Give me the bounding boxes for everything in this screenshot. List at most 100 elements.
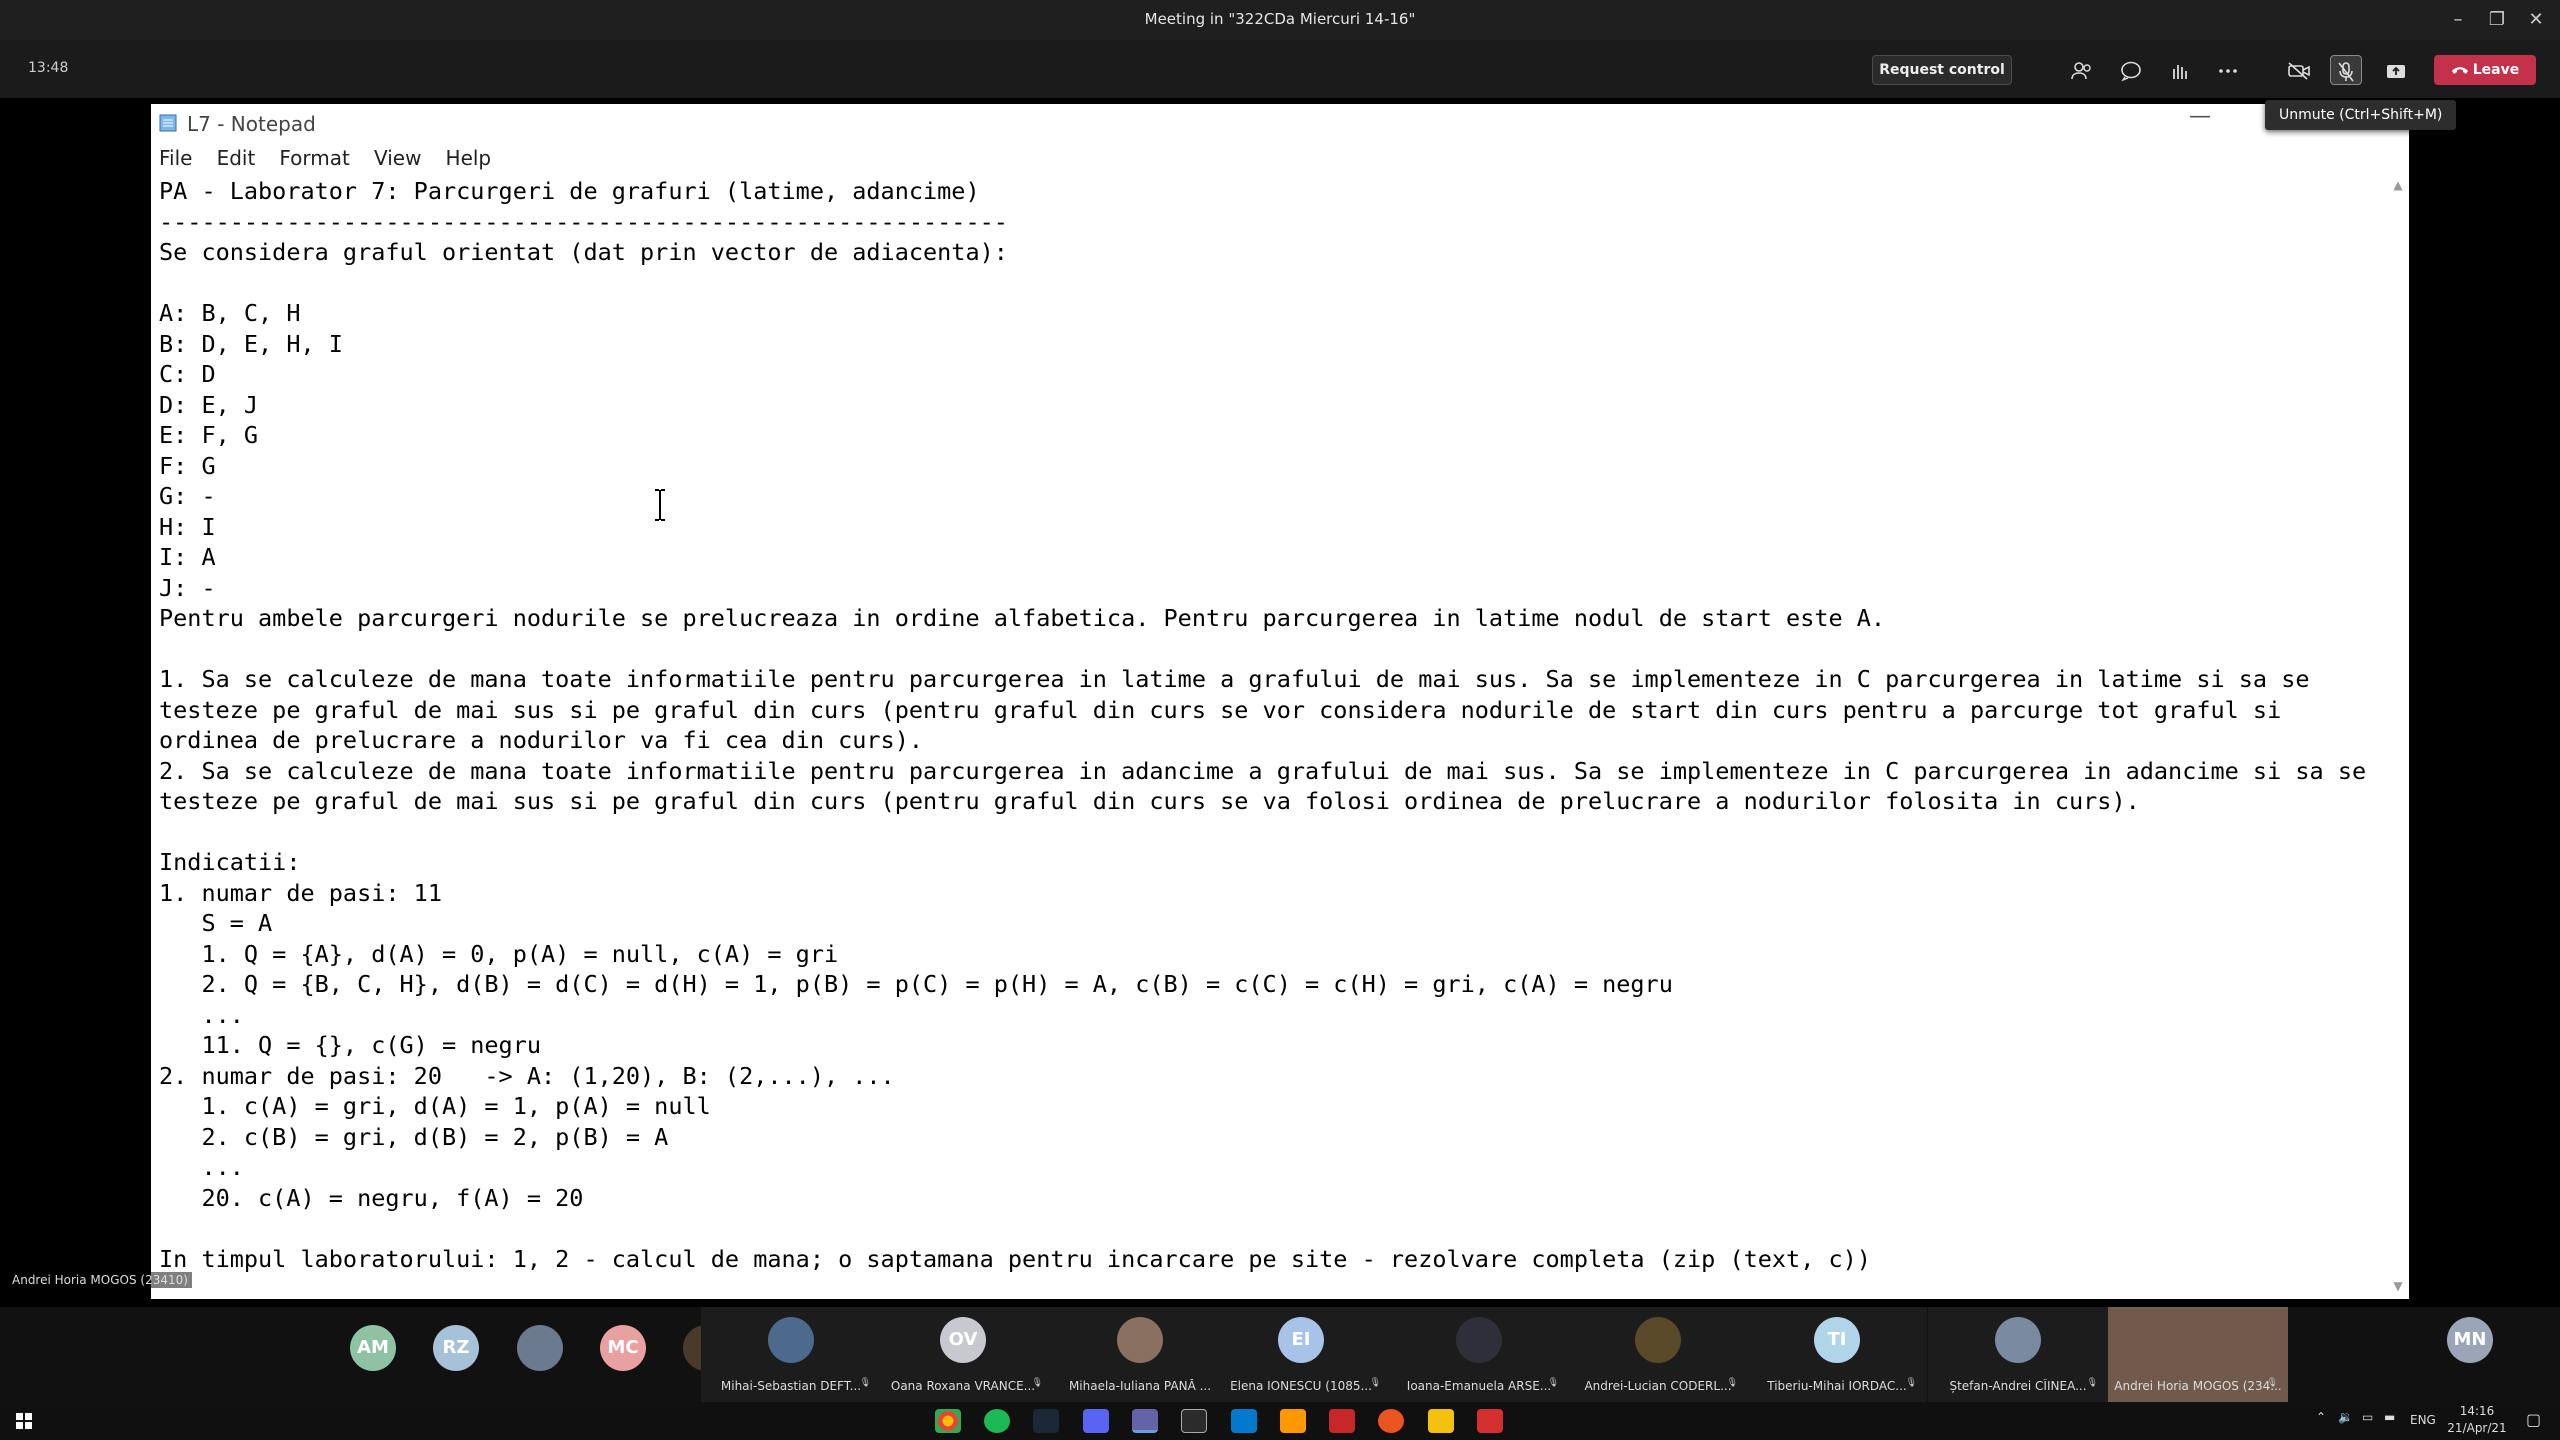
share-tray-button[interactable] — [2380, 55, 2412, 85]
participant-tile[interactable]: Mihai-Sebastian DEFT... 🎙 — [701, 1307, 881, 1402]
participant-tile[interactable]: AM — [333, 1307, 413, 1402]
leave-button[interactable]: Leave — [2434, 55, 2536, 85]
spotify-taskbar-icon[interactable] — [984, 1409, 1010, 1433]
participant-tile[interactable]: Mihaela-Iuliana PANĂ ...🎙 — [1050, 1307, 1230, 1402]
app-taskbar-icon-red[interactable] — [1329, 1409, 1355, 1433]
participant-avatar: RZ — [433, 1325, 479, 1371]
notepad-line: B: D, E, H, I — [159, 329, 343, 358]
teams-taskbar-icon[interactable] — [1132, 1409, 1158, 1433]
participant-avatar: AM — [350, 1325, 396, 1371]
notepad-line: ----------------------------------------… — [159, 207, 1008, 236]
participant-avatar — [1117, 1317, 1163, 1363]
chat-button[interactable] — [2115, 55, 2147, 85]
notepad-line: 20. c(A) = negru, f(A) = 20 — [159, 1183, 584, 1212]
participant-name: Andrei-Lucian CODERL... — [1584, 1379, 1732, 1393]
participant-name: Oana Roxana VRANCE... — [890, 1379, 1036, 1393]
notepad-line: 1. numar de pasi: 11 — [159, 878, 442, 907]
clock-time[interactable]: 14:16 — [2447, 1404, 2507, 1418]
participant-tile[interactable]: MC — [583, 1307, 663, 1402]
menu-help[interactable]: Help — [446, 146, 492, 170]
clock-date[interactable]: 21/Apr/21 — [2447, 1421, 2507, 1435]
camera-toggle-button[interactable] — [2283, 55, 2315, 85]
vscode-taskbar-icon[interactable] — [1231, 1409, 1257, 1433]
notepad-line: ... — [159, 1000, 244, 1029]
participant-avatar — [1456, 1317, 1502, 1363]
notepad-taskbar-icon[interactable] — [1181, 1409, 1207, 1433]
volume-icon[interactable]: 🔉 — [2338, 1410, 2353, 1424]
raise-hand-icon — [2173, 64, 2187, 79]
notepad-line: ... — [159, 1153, 244, 1181]
app-taskbar-icon-yellow[interactable] — [1428, 1409, 1454, 1433]
muted-mic-icon: 🎙 — [859, 1378, 871, 1388]
muted-mic-icon: 🎙 — [1905, 1378, 1917, 1388]
notepad-line: 1. c(A) = gri, d(A) = 1, p(A) = null — [159, 1092, 711, 1120]
notepad-line: 2. Q = {B, C, H}, d(B) = d(C) = d(H) = 1… — [159, 970, 1673, 998]
discord-taskbar-icon[interactable] — [1083, 1409, 1109, 1433]
notepad-line: H: I — [159, 512, 216, 541]
notepad-line: D: E, J — [159, 390, 259, 419]
mic-toggle-button[interactable] — [2330, 55, 2362, 85]
language-indicator[interactable]: ENG — [2410, 1413, 2436, 1427]
window-restore-button[interactable]: ❐ — [2483, 6, 2511, 34]
scroll-up-arrow-icon[interactable]: ▲ — [2391, 178, 2405, 192]
meeting-duration: 13:48 — [28, 60, 69, 76]
tray-chevron-icon[interactable]: ⌃ — [2316, 1410, 2326, 1424]
notepad-line: Pentru ambele parcurgeri nodurile se pre… — [159, 604, 1886, 632]
notepad-line: C: D — [159, 360, 216, 388]
muted-mic-icon: 🎙 — [2086, 1378, 2098, 1388]
network-icon[interactable]: ▭ — [2362, 1410, 2373, 1424]
notepad-line — [159, 268, 2379, 299]
acrobat-taskbar-icon[interactable] — [1477, 1409, 1503, 1433]
participant-tile[interactable] — [500, 1307, 580, 1402]
scroll-down-arrow-icon[interactable]: ▼ — [2391, 1279, 2405, 1293]
participant-tile[interactable]: OV Oana Roxana VRANCE... 🎙 — [873, 1307, 1053, 1402]
notepad-title-bar: L7 - Notepad — — [151, 104, 2409, 142]
menu-view[interactable]: View — [374, 146, 421, 170]
muted-mic-icon: 🎙 — [1547, 1378, 1559, 1388]
notepad-minimize-button[interactable]: — — [2189, 104, 2211, 129]
muted-mic-icon: 🎙 — [1031, 1378, 1043, 1388]
battery-icon[interactable]: ▬ — [2384, 1410, 2395, 1424]
reactions-button[interactable] — [2163, 55, 2195, 85]
participant-tile[interactable]: RZ — [416, 1307, 496, 1402]
notepad-vertical-scrollbar[interactable]: ▲ ▼ — [2387, 172, 2409, 1299]
participant-tile[interactable]: EI Elena IONESCU (1085... 🎙 — [1211, 1307, 1391, 1402]
chrome-taskbar-icon[interactable] — [935, 1409, 961, 1433]
notepad-line: PA - Laborator 7: Parcurgeri de grafuri … — [159, 177, 980, 205]
participant-tile[interactable]: Ștefan-Andrei CÎINEA... 🎙 — [1928, 1307, 2108, 1402]
window-minimize-button[interactable]: – — [2444, 6, 2472, 34]
notepad-line: 11. Q = {}, c(G) = negru — [159, 1031, 542, 1059]
menu-format[interactable]: Format — [279, 146, 349, 170]
notepad-line: S = A — [159, 909, 273, 937]
notepad-menu-bar: File Edit Format View Help — [151, 142, 2409, 172]
windows-start-icon[interactable] — [16, 1413, 32, 1429]
people-icon — [2071, 61, 2091, 79]
muted-mic-icon: 🎙 — [2266, 1378, 2278, 1388]
participant-avatar: TI — [1814, 1317, 1860, 1363]
notifications-icon[interactable]: ▢ — [2526, 1410, 2541, 1429]
participant-avatar — [768, 1317, 814, 1363]
notepad-line: ordinea de prelucrare a nodurilor va fi … — [159, 726, 924, 754]
more-actions-button[interactable] — [2212, 55, 2244, 85]
menu-edit[interactable]: Edit — [217, 146, 256, 170]
menu-file[interactable]: File — [159, 146, 192, 170]
sublime-taskbar-icon[interactable] — [1280, 1409, 1306, 1433]
participant-avatar: MN — [2447, 1317, 2493, 1363]
participant-tile[interactable]: Andrei Horia MOGOS (234... 🎙 — [2108, 1307, 2288, 1402]
participant-tile[interactable]: Andrei-Lucian CODERL... 🎙 — [1568, 1307, 1748, 1402]
participant-tile[interactable]: Ioana-Emanuela ARSE... 🎙 — [1389, 1307, 1569, 1402]
window-close-button[interactable]: ✕ — [2522, 6, 2550, 34]
participant-name: Andrei Horia MOGOS (234... — [2114, 1379, 2282, 1393]
participant-name: Mihaela-Iuliana PANĂ ... — [1068, 1379, 1212, 1393]
participant-tile[interactable]: MN — [2380, 1307, 2560, 1402]
notepad-text-area[interactable]: PA - Laborator 7: Parcurgeri de grafuri … — [159, 176, 2379, 1294]
notepad-line — [159, 1213, 2379, 1244]
muted-mic-icon: 🎙 — [1726, 1378, 1738, 1388]
notepad-line: I: A — [159, 543, 216, 571]
participant-tile[interactable]: TI Tiberiu-Mihai IORDAC... 🎙 — [1747, 1307, 1927, 1402]
participant-name: Elena IONESCU (1085... — [1230, 1379, 1372, 1393]
participants-button[interactable] — [2066, 55, 2098, 85]
request-control-button[interactable]: Request control — [1872, 55, 2012, 85]
steam-taskbar-icon[interactable] — [1033, 1409, 1059, 1433]
ubuntu-taskbar-icon[interactable] — [1378, 1409, 1404, 1433]
